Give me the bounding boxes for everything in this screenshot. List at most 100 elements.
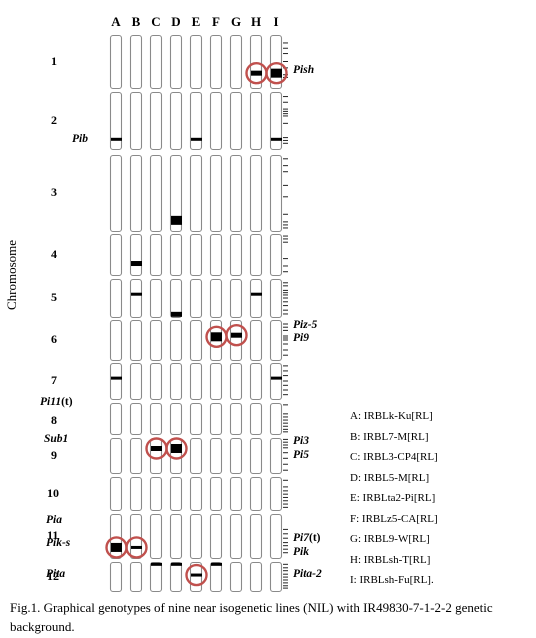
chromosome-box-f-7: [209, 362, 223, 401]
chromosome-box-h-3: [249, 154, 263, 233]
chromosome-box-b-9: [129, 437, 143, 475]
legend-item-e: E: IRBLta2-Pi[RL]: [350, 492, 436, 504]
chromosome-box-e-6: [189, 319, 203, 362]
introgression-segment-d-3: [171, 215, 182, 225]
line-label-g: G: [230, 14, 242, 29]
chromosome-box-g-11: [229, 513, 243, 560]
chromosome-box-c-7: [149, 362, 163, 401]
gene-label-sub1: Sub1: [44, 433, 68, 445]
gene-label-pik-s: Pik-s: [46, 537, 70, 549]
chromosome-box-h-9: [249, 437, 263, 475]
legend-item-h: H: IRBLsh-T[RL]: [350, 553, 431, 566]
chromosome-box-i-2: [269, 91, 283, 151]
introgression-segment-f-6: [211, 332, 222, 342]
chromosome-box-h-11: [249, 513, 263, 560]
graphical-genotype-figure: ABCDEFGHI 1 2 3 4 5 6 7 8 9 10 11 12 Chromosome Pib…: [0, 0, 536, 595]
gene-label-pi3: Pi3: [293, 435, 309, 447]
introgression-segment-h-1: [251, 70, 262, 76]
chromosome-label-5: 5: [51, 290, 57, 304]
line-label-e: E: [191, 14, 201, 29]
introgression-segment-a-11: [111, 542, 122, 552]
chromosome-box-f-12: [209, 561, 223, 593]
gene-name: Pia: [46, 514, 62, 526]
chromosome-box-d-12: [169, 561, 183, 593]
chromosome-box-c-6: [149, 319, 163, 362]
chromosome-box-e-8: [189, 402, 203, 436]
chromosome-box-a-2: [109, 91, 123, 151]
chromosome-box-e-5: [189, 278, 203, 319]
introgression-segment-f-12: [211, 562, 222, 566]
chromosome-label-10: 10: [47, 485, 59, 500]
gene-name: Sub1: [44, 433, 69, 445]
chromosome-box-i-12: [269, 561, 283, 593]
chromosome-box-c-12: [149, 561, 163, 593]
chromosome-box-h-4: [249, 233, 263, 277]
chromosome-label-1: 1: [51, 53, 57, 68]
chromosome-box-a-1: [109, 34, 123, 90]
chromosome-label-3: 3: [51, 185, 57, 199]
chromosome-box-b-12: [129, 561, 143, 593]
gene-label-pi5: Pi5: [293, 449, 309, 461]
gene-label-piz-5: Piz-5: [293, 319, 317, 331]
chromosome-box-a-12: [109, 561, 123, 593]
introgression-segment-a-2: [111, 137, 122, 141]
gene-name: Pish: [293, 64, 315, 76]
chromosome-box-d-10: [169, 476, 183, 512]
gene-name: Pi11: [40, 396, 62, 408]
chromosome-box-b-4: [129, 233, 143, 277]
chromosome-box-d-5: [169, 278, 183, 319]
introgression-segment-b-5: [131, 292, 142, 296]
chromosome-box-c-10: [149, 476, 163, 512]
chromosome-box-i-4: [269, 233, 283, 277]
chromosome-box-h-7: [249, 362, 263, 401]
chromosome-box-d-4: [169, 233, 183, 277]
introgression-segment-i-7: [271, 376, 282, 380]
chromosome-box-i-8: [269, 402, 283, 436]
chromosome-box-a-8: [109, 402, 123, 436]
chromosome-box-f-3: [209, 154, 223, 233]
chromosome-box-f-11: [209, 513, 223, 560]
introgression-segment-b-4: [131, 261, 142, 267]
chromosome-box-a-4: [109, 233, 123, 277]
introgression-segment-d-5: [171, 311, 182, 317]
chromosome-box-i-10: [269, 476, 283, 512]
line-label-h: H: [250, 14, 262, 29]
introgression-segment-d-12: [171, 562, 182, 566]
chromosome-box-f-1: [209, 34, 223, 90]
gene-name: Pik-s: [46, 537, 71, 549]
chromosome-label-6: 6: [51, 332, 57, 346]
chromosome-box-d-1: [169, 34, 183, 90]
chromosome-box-h-12: [249, 561, 263, 593]
gene-label-pi9: Pi9: [293, 332, 309, 344]
chromosome-box-g-2: [229, 91, 243, 151]
chromosome-box-d-2: [169, 91, 183, 151]
chromosome-label-4: 4: [51, 246, 57, 261]
line-label-f: F: [212, 14, 220, 29]
introgression-segment-e-2: [191, 137, 202, 141]
line-label-i: I: [273, 14, 279, 29]
chromosome-box-a-7: [109, 362, 123, 401]
gene-name: Pita: [46, 568, 66, 580]
gene-suffix: (t): [308, 532, 321, 544]
legend-item-f: F: IRBLz5-CA[RL]: [350, 512, 438, 525]
chromosome-box-e-10: [189, 476, 203, 512]
gene-name: Pita-2: [293, 568, 322, 580]
gene-label-pita: Pita: [46, 568, 65, 580]
chromosome-box-e-3: [189, 154, 203, 233]
chromosome-box-f-2: [209, 91, 223, 151]
chromosome-box-b-5: [129, 278, 143, 319]
chromosome-box-a-9: [109, 437, 123, 475]
introgression-segment-i-2: [271, 137, 282, 141]
chromosome-box-b-2: [129, 91, 143, 151]
line-label-a: A: [111, 14, 121, 29]
introgression-segment-h-5: [251, 292, 262, 296]
chromosome-box-f-9: [209, 437, 223, 475]
chromosome-box-c-11: [149, 513, 163, 560]
chromosome-box-h-5: [249, 278, 263, 319]
chromosome-box-b-6: [129, 319, 143, 362]
chromosome-box-d-8: [169, 402, 183, 436]
chromosome-label-2: 2: [51, 112, 57, 127]
gene-name: Pib: [72, 133, 88, 145]
legend-item-g: G: IRBL9-W[RL]: [350, 533, 430, 545]
chromosome-box-c-4: [149, 233, 163, 277]
